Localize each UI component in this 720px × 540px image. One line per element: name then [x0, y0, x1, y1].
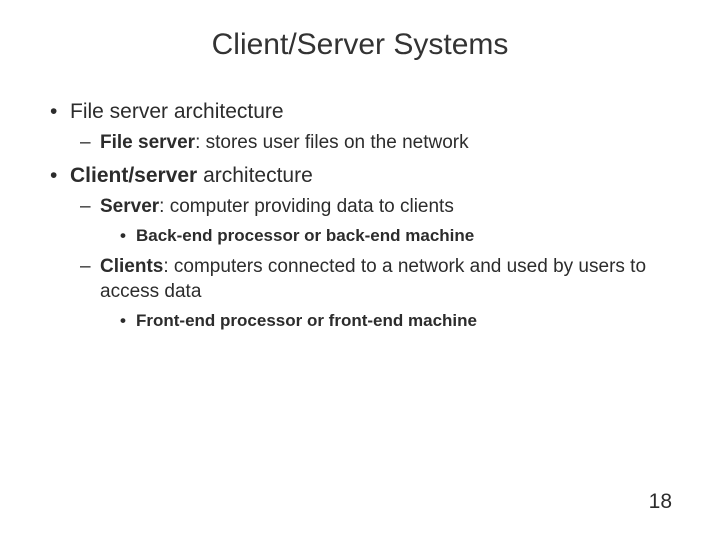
- bullet-level1: Clients: computers connected to a networ…: [70, 254, 672, 333]
- bullet-level0: File server architecture File server: st…: [48, 98, 672, 156]
- bullet-list: File server architecture File server: st…: [48, 98, 672, 333]
- page-number: 18: [649, 490, 672, 514]
- bullet-level2: Front-end processor or front-end machine: [100, 309, 672, 333]
- bullet-level1: File server: stores user files on the ne…: [70, 130, 672, 156]
- bullet-text: : computer providing data to clients: [159, 196, 454, 217]
- bullet-bold: Client/server: [70, 164, 197, 187]
- bullet-text: : stores user files on the network: [195, 132, 469, 153]
- bullet-text: architecture: [197, 164, 313, 187]
- bullet-level1: Server: computer providing data to clien…: [70, 194, 672, 247]
- bullet-bold: Server: [100, 196, 159, 217]
- bullet-level0: Client/server architecture Server: compu…: [48, 162, 672, 333]
- bullet-text: : computers connected to a network and u…: [100, 256, 646, 303]
- bullet-bold: Clients: [100, 256, 163, 277]
- bullet-level2: Back-end processor or back-end machine: [100, 224, 672, 248]
- slide: Client/Server Systems File server archit…: [0, 0, 720, 540]
- bullet-text: File server architecture: [70, 100, 284, 123]
- page-title: Client/Server Systems: [48, 28, 672, 62]
- bullet-bold: File server: [100, 132, 195, 153]
